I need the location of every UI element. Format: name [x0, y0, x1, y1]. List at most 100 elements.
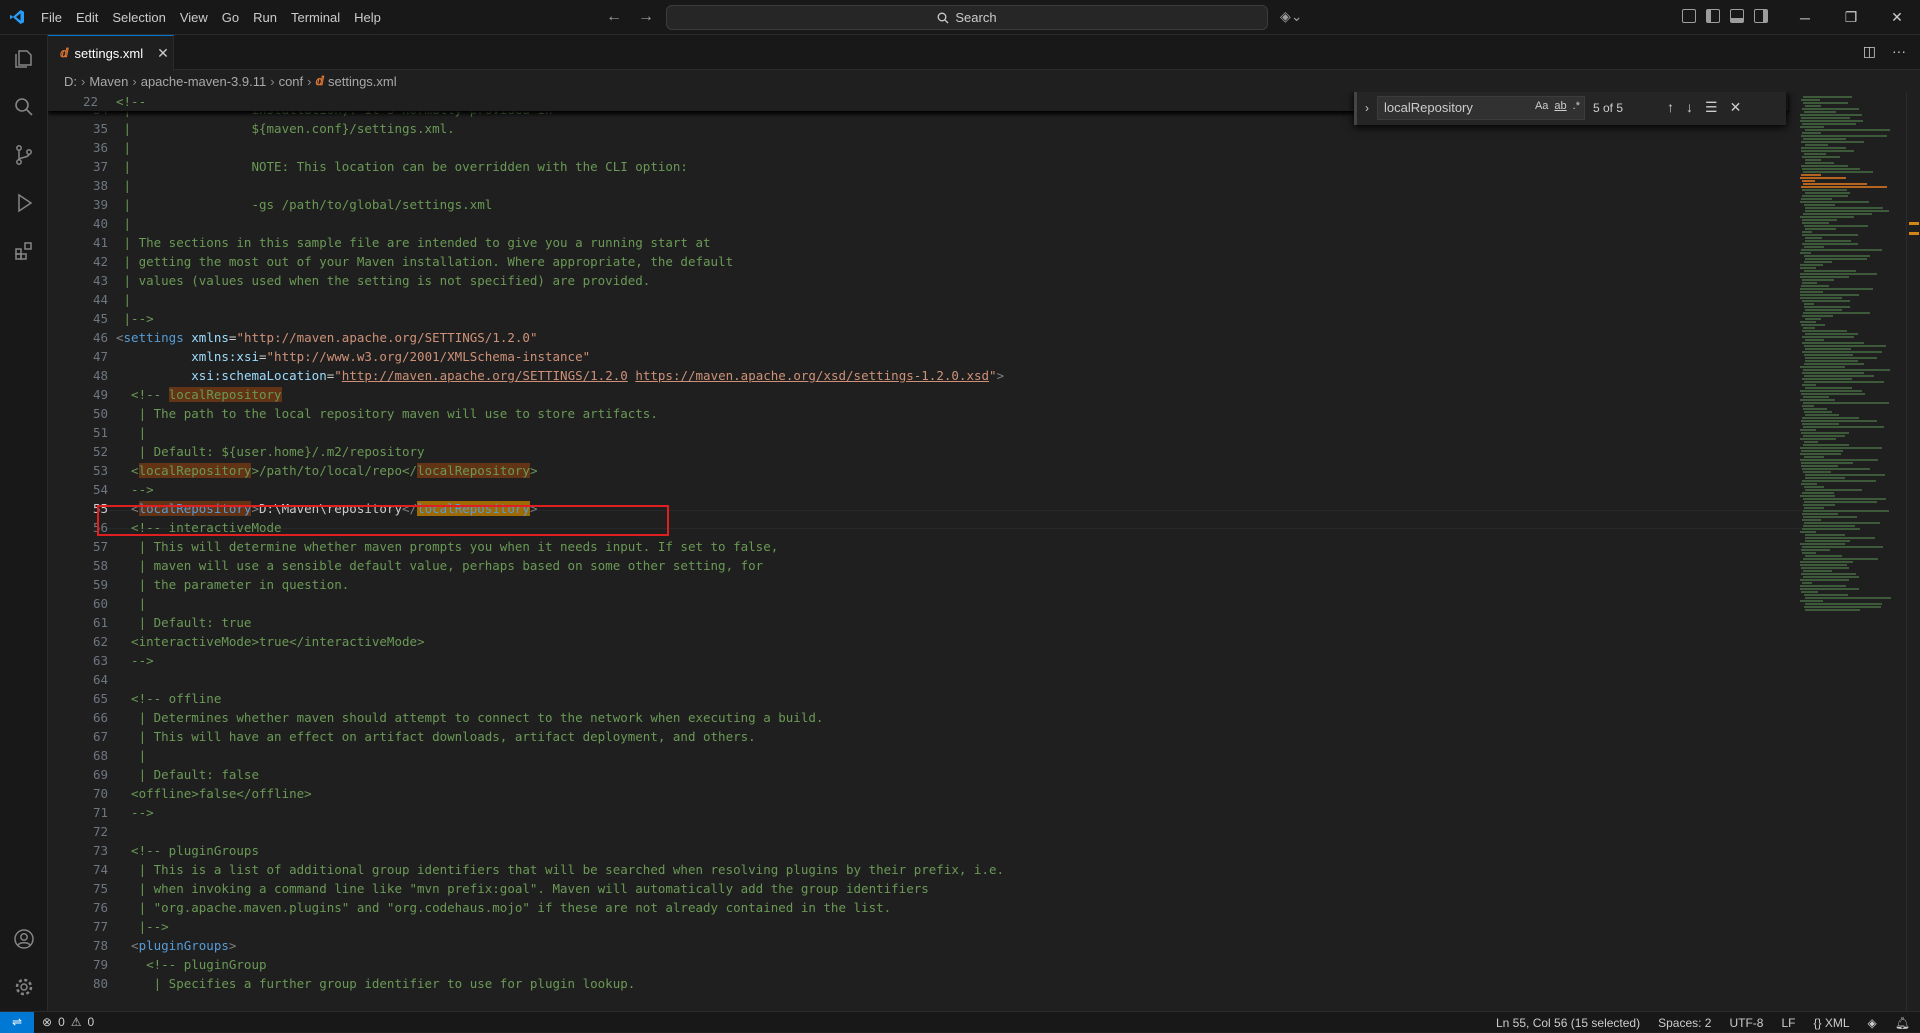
- minimap-line: [1802, 492, 1834, 494]
- customize-layout-icon[interactable]: [1682, 9, 1696, 23]
- forward-arrow-icon[interactable]: →: [638, 8, 654, 26]
- minimap-line: [1805, 387, 1852, 389]
- language-mode[interactable]: {} XML: [1813, 1016, 1849, 1030]
- find-input[interactable]: localRepository Aa ab .*: [1377, 95, 1585, 120]
- breadcrumb-drive[interactable]: D:: [64, 74, 77, 89]
- source-control-icon[interactable]: [0, 131, 48, 179]
- match-whole-word-toggle[interactable]: ab: [1554, 100, 1566, 112]
- breadcrumb-maven[interactable]: Maven: [89, 74, 128, 89]
- minimap-line: [1805, 609, 1860, 611]
- minimize-icon[interactable]: ─: [1782, 0, 1828, 35]
- tab-settings-xml[interactable]: ⅆ settings.xml ✕: [48, 35, 174, 70]
- minimap-line: [1801, 165, 1848, 167]
- extensions-icon[interactable]: [0, 227, 48, 275]
- code-line-63: -->: [116, 653, 154, 668]
- menu-edit[interactable]: Edit: [69, 0, 105, 35]
- cursor-position[interactable]: Ln 55, Col 56 (15 selected): [1496, 1016, 1640, 1030]
- find-in-selection-icon[interactable]: ☰: [1705, 99, 1718, 116]
- back-arrow-icon[interactable]: ←: [606, 8, 622, 26]
- breadcrumb-apache-maven[interactable]: apache-maven-3.9.11: [141, 74, 267, 89]
- code-line-40: |: [116, 216, 132, 231]
- error-icon[interactable]: ⊗: [42, 1015, 52, 1029]
- minimap-line: [1804, 606, 1881, 608]
- sticky-line-number: 22: [82, 94, 98, 109]
- menu-view[interactable]: View: [173, 0, 215, 35]
- remote-indicator-icon[interactable]: ⇌: [0, 1011, 34, 1033]
- code-line-46: <settings xmlns="http://maven.apache.org…: [116, 330, 538, 345]
- chevron-right-icon: ›: [270, 73, 275, 89]
- split-editor-icon[interactable]: ◫: [1863, 43, 1876, 60]
- minimap-line: [1800, 114, 1862, 116]
- minimap-line: [1803, 435, 1845, 437]
- code-line-71: -->: [116, 805, 154, 820]
- minimap-line: [1805, 534, 1845, 536]
- use-regex-toggle[interactable]: .*: [1573, 100, 1580, 112]
- line-number: 42: [92, 254, 108, 269]
- toggle-replace-chevron-icon[interactable]: ›: [1357, 101, 1377, 115]
- minimap-line: [1804, 306, 1850, 308]
- toggle-primary-sidebar-icon[interactable]: [1706, 9, 1720, 23]
- manage-gear-icon[interactable]: [0, 963, 48, 1011]
- menu-run[interactable]: Run: [246, 0, 284, 35]
- tab-close-icon[interactable]: ✕: [157, 45, 169, 62]
- search-label: Search: [955, 10, 997, 25]
- match-case-toggle[interactable]: Aa: [1535, 100, 1548, 112]
- menu-terminal[interactable]: Terminal: [284, 0, 347, 35]
- tab-label: settings.xml: [74, 45, 144, 61]
- previous-match-arrow-icon[interactable]: ↑: [1667, 99, 1674, 116]
- minimap-line: [1801, 198, 1832, 200]
- end-of-line[interactable]: LF: [1781, 1016, 1795, 1030]
- line-number: 50: [92, 406, 108, 421]
- minimap-line: [1800, 273, 1877, 275]
- restore-icon[interactable]: ❐: [1828, 0, 1874, 35]
- run-debug-icon[interactable]: [0, 179, 48, 227]
- more-actions-icon[interactable]: ···: [1892, 43, 1906, 60]
- menu-go[interactable]: Go: [215, 0, 246, 35]
- minimap-line: [1800, 438, 1836, 440]
- menu-selection[interactable]: Selection: [105, 0, 172, 35]
- error-count[interactable]: 0: [58, 1015, 65, 1029]
- breadcrumb-file[interactable]: settings.xml: [328, 74, 397, 89]
- line-number: 67: [92, 729, 108, 744]
- minimap-line: [1805, 357, 1877, 359]
- code-line-68: |: [116, 748, 147, 763]
- minimap-line: [1800, 543, 1845, 545]
- minimap-line: [1802, 582, 1812, 584]
- explorer-icon[interactable]: [0, 35, 48, 83]
- minimap-line: [1802, 351, 1882, 353]
- minimap-line: [1802, 405, 1814, 407]
- copilot-icon[interactable]: ◈⌄: [1280, 8, 1303, 25]
- warning-count[interactable]: 0: [88, 1015, 95, 1029]
- breadcrumb-conf[interactable]: conf: [279, 74, 304, 89]
- line-number: 75: [92, 881, 108, 896]
- line-number: 58: [92, 558, 108, 573]
- vertical-scrollbar[interactable]: [1906, 92, 1920, 1011]
- indentation[interactable]: Spaces: 2: [1658, 1016, 1711, 1030]
- next-match-arrow-icon[interactable]: ↓: [1686, 99, 1693, 116]
- minimap-line: [1805, 129, 1890, 131]
- code-line-48: xsi:schemaLocation="http://maven.apache.…: [191, 368, 1005, 383]
- notifications-bell-icon[interactable]: 🔔︎: [1895, 1016, 1910, 1030]
- toggle-panel-icon[interactable]: [1730, 9, 1744, 23]
- search-view-icon[interactable]: [0, 83, 48, 131]
- toggle-secondary-sidebar-icon[interactable]: [1754, 9, 1768, 23]
- minimap[interactable]: [1794, 92, 1906, 1011]
- encoding[interactable]: UTF-8: [1729, 1016, 1763, 1030]
- minimap-line: [1800, 588, 1859, 590]
- menu-help[interactable]: Help: [347, 0, 388, 35]
- minimap-line: [1800, 564, 1847, 566]
- find-widget: › localRepository Aa ab .* 5 of 5 ↑ ↓ ☰ …: [1354, 92, 1786, 125]
- close-window-icon[interactable]: ✕: [1874, 0, 1920, 35]
- code-editor[interactable]: 3435363738394041424344454647484950515253…: [48, 92, 1920, 1011]
- accounts-icon[interactable]: [0, 915, 48, 963]
- copilot-status-icon[interactable]: ◈: [1868, 1016, 1877, 1030]
- line-number: 57: [92, 539, 108, 554]
- menu-file[interactable]: File: [34, 0, 69, 35]
- command-center-search[interactable]: Search: [666, 5, 1268, 30]
- line-number: 76: [92, 900, 108, 915]
- close-find-icon[interactable]: ✕: [1730, 99, 1742, 116]
- minimap-line: [1805, 414, 1839, 416]
- minimap-line: [1804, 411, 1832, 413]
- warning-icon[interactable]: ⚠: [71, 1015, 82, 1029]
- minimap-line: [1802, 468, 1870, 470]
